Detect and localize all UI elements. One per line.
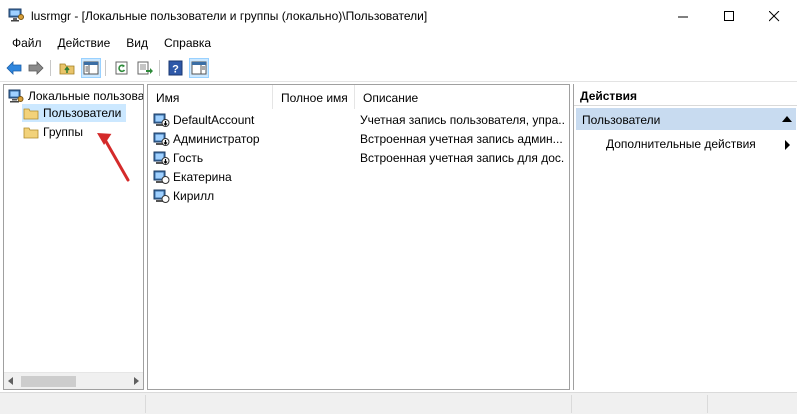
table-row[interactable]: Администратор Встроенная учетная запись а… — [148, 130, 569, 149]
submenu-arrow-icon — [785, 140, 790, 150]
tree-horizontal-scrollbar[interactable] — [4, 372, 143, 389]
more-actions-item[interactable]: Дополнительные действия — [606, 137, 794, 155]
help-button[interactable]: ? — [166, 58, 186, 78]
show-hide-tree-button[interactable] — [81, 58, 101, 78]
export-list-button[interactable] — [135, 58, 155, 78]
scroll-left-icon[interactable] — [8, 377, 13, 385]
tree-item-groups[interactable]: Группы — [23, 123, 83, 141]
show-hide-action-pane-button[interactable] — [189, 58, 209, 78]
status-segment — [0, 395, 146, 413]
minimize-icon — [677, 16, 688, 17]
help-icon: ? — [168, 60, 183, 76]
user-icon — [153, 189, 170, 203]
tree-item-label: Пользователи — [43, 106, 122, 120]
close-button[interactable] — [751, 0, 797, 32]
toolbar-separator — [159, 60, 160, 76]
menu-view[interactable]: Вид — [118, 33, 156, 53]
column-header-full-name[interactable]: Полное имя — [273, 85, 355, 109]
maximize-icon — [723, 10, 734, 21]
back-button[interactable] — [4, 58, 24, 78]
description-cell: Учетная запись пользователя, упра... — [360, 113, 565, 127]
refresh-button[interactable] — [112, 58, 132, 78]
export-list-icon — [137, 61, 153, 75]
user-name-cell: Екатерина — [173, 170, 232, 184]
description-cell: Встроенная учетная запись админ... — [360, 132, 563, 146]
title-bar: lusrmgr - [Локальные пользователи и груп… — [0, 0, 797, 32]
status-bar — [0, 392, 797, 414]
actions-title: Действия — [574, 84, 797, 106]
forward-arrow-icon — [28, 61, 44, 75]
description-cell: Встроенная учетная запись для дос... — [360, 151, 565, 165]
up-folder-icon — [59, 63, 75, 75]
forward-button[interactable] — [26, 58, 46, 78]
users-list-pane: Имя Полное имя Описание DefaultAccount Уч… — [147, 84, 570, 390]
collapse-icon[interactable] — [782, 116, 792, 122]
computer-management-icon — [8, 89, 24, 102]
annotation-arrow-icon — [97, 132, 130, 182]
column-header-name[interactable]: Имя — [148, 85, 273, 109]
user-name-cell: Гость — [173, 151, 204, 165]
user-name-cell: Кирилл — [173, 189, 215, 203]
status-segment — [572, 395, 708, 413]
table-row[interactable]: DefaultAccount Учетная запись пользовател… — [148, 111, 569, 130]
window-title: lusrmgr - [Локальные пользователи и груп… — [31, 9, 428, 23]
disabled-user-icon — [153, 151, 170, 165]
minimize-button[interactable] — [660, 0, 706, 32]
actions-section-users[interactable]: Пользователи — [576, 108, 796, 130]
refresh-icon — [115, 61, 128, 75]
menu-action[interactable]: Действие — [50, 33, 119, 53]
tree-item-label: Группы — [43, 125, 83, 139]
actions-pane: Действия Пользователи Дополнительные дей… — [573, 84, 797, 390]
show-hide-tree-icon — [83, 61, 99, 75]
scrollbar-thumb[interactable] — [21, 376, 76, 387]
user-name-cell: Администратор — [173, 132, 260, 146]
tree-root-local-users-groups[interactable]: Локальные пользова — [8, 87, 144, 105]
column-header-description[interactable]: Описание — [355, 85, 569, 109]
status-segment — [146, 395, 572, 413]
table-row[interactable]: Гость Встроенная учетная запись для дос..… — [148, 149, 569, 168]
scroll-right-icon[interactable] — [134, 377, 139, 385]
toolbar: ? — [0, 55, 797, 82]
user-icon — [153, 170, 170, 184]
more-actions-label: Дополнительные действия — [606, 137, 756, 151]
maximize-button[interactable] — [706, 0, 752, 32]
table-row[interactable]: Кирилл — [148, 187, 569, 206]
up-level-button[interactable] — [57, 58, 77, 78]
toolbar-separator — [105, 60, 106, 76]
back-arrow-icon — [6, 61, 22, 75]
user-name-cell: DefaultAccount — [173, 113, 255, 127]
disabled-user-icon — [153, 132, 170, 146]
menu-bar: Файл Действие Вид Справка — [0, 33, 797, 53]
folder-icon — [23, 108, 39, 119]
computer-management-icon — [8, 8, 24, 22]
show-hide-action-pane-icon — [191, 61, 207, 75]
menu-help[interactable]: Справка — [156, 33, 219, 53]
actions-section-label: Пользователи — [582, 113, 661, 127]
tree-root-label: Локальные пользова — [28, 89, 144, 103]
disabled-user-icon — [153, 113, 170, 127]
folder-icon — [23, 127, 39, 138]
toolbar-separator — [50, 60, 51, 76]
close-icon — [768, 10, 779, 21]
svg-text:?: ? — [172, 64, 179, 76]
menu-file[interactable]: Файл — [0, 33, 50, 53]
table-row[interactable]: Екатерина — [148, 168, 569, 187]
